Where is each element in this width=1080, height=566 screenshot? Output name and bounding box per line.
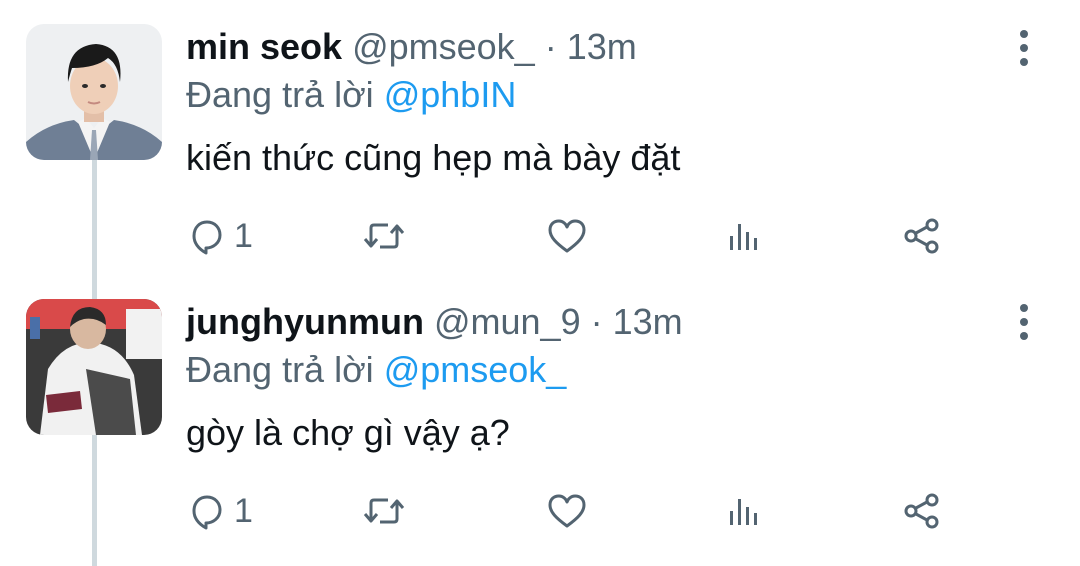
views-icon [724, 216, 764, 256]
timestamp[interactable]: 13m [567, 26, 637, 67]
share-icon [902, 216, 942, 256]
more-icon[interactable] [1010, 28, 1038, 68]
reply-to-handle[interactable]: @phbIN [384, 74, 517, 115]
tweet-header: min seok @pmseok_ · 13m [186, 25, 637, 69]
views-button[interactable] [724, 211, 764, 261]
views-icon [724, 491, 764, 531]
reply-prefix: Đang trả lời [186, 74, 374, 115]
separator: · [544, 26, 557, 67]
reply-prefix: Đang trả lời [186, 349, 374, 390]
more-icon[interactable] [1010, 302, 1038, 342]
action-bar: 1 [0, 486, 1080, 536]
reply-to-handle[interactable]: @pmseok_ [384, 349, 567, 390]
share-icon [902, 491, 942, 531]
reply-context: Đang trả lời @phbIN [186, 73, 516, 117]
like-icon [546, 216, 588, 256]
display-name[interactable]: junghyunmun [186, 301, 424, 342]
reply-button[interactable]: 1 [186, 211, 253, 261]
tweet[interactable]: junghyunmun @mun_9 · 13m Đang trả lời @p… [0, 280, 1080, 566]
tweet-header: junghyunmun @mun_9 · 13m [186, 300, 683, 344]
avatar[interactable] [26, 299, 162, 435]
like-button[interactable] [546, 211, 588, 261]
reply-count: 1 [234, 492, 253, 530]
separator: · [590, 301, 603, 342]
tweet-text: kiến thức cũng hẹp mà bày đặt [186, 137, 681, 178]
tweet-text: gòy là chợ gì vậy ạ? [186, 412, 510, 453]
reply-button[interactable]: 1 [186, 486, 253, 536]
reply-icon [186, 216, 226, 256]
tweet[interactable]: min seok @pmseok_ · 13m Đang trả lời @ph… [0, 0, 1080, 280]
reply-count: 1 [234, 217, 253, 255]
timestamp[interactable]: 13m [613, 301, 683, 342]
avatar[interactable] [26, 24, 162, 160]
action-bar: 1 [0, 211, 1080, 261]
display-name[interactable]: min seok [186, 26, 342, 67]
retweet-button[interactable] [360, 211, 408, 261]
retweet-icon [360, 216, 408, 256]
retweet-icon [360, 491, 408, 531]
reply-icon [186, 491, 226, 531]
user-handle[interactable]: @pmseok_ [352, 26, 535, 67]
retweet-button[interactable] [360, 486, 408, 536]
share-button[interactable] [902, 486, 942, 536]
views-button[interactable] [724, 486, 764, 536]
reply-context: Đang trả lời @pmseok_ [186, 348, 566, 392]
user-handle[interactable]: @mun_9 [434, 301, 581, 342]
like-button[interactable] [546, 486, 588, 536]
share-button[interactable] [902, 211, 942, 261]
like-icon [546, 491, 588, 531]
